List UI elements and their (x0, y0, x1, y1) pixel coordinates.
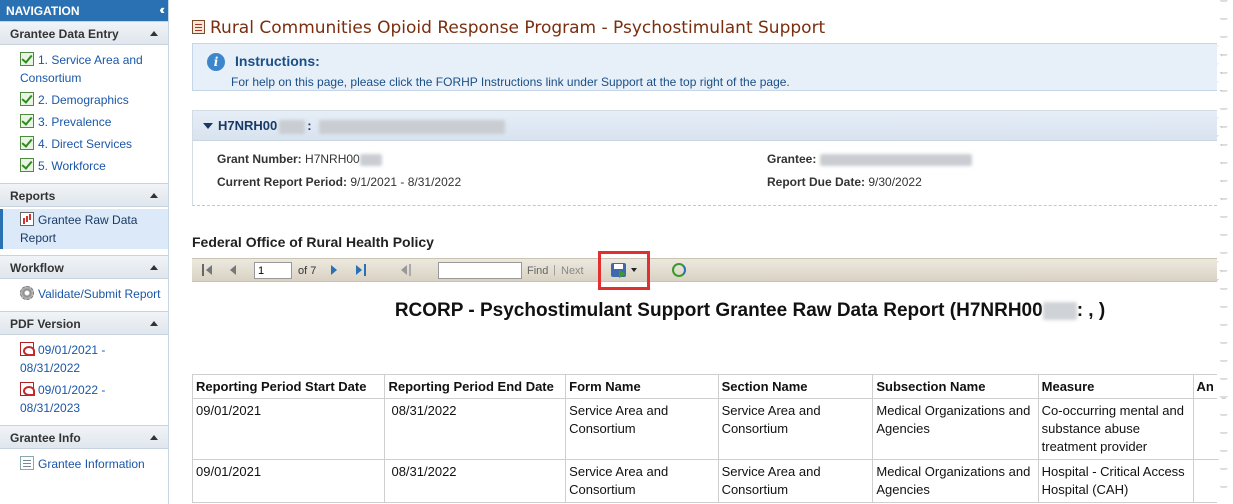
table-cell: Co-occurring mental and substance abuse … (1037, 398, 1194, 460)
collapse-arrow-icon[interactable] (150, 193, 158, 198)
find-link[interactable]: Find (527, 265, 548, 277)
check-icon (20, 158, 34, 172)
sidebar-item-demographics[interactable]: 2. Demographics (0, 89, 168, 111)
sidebar-item-pdf-2021[interactable]: 09/01/2021 - 08/31/2022 (0, 339, 168, 379)
redacted-text (359, 153, 382, 166)
section-workflow[interactable]: Workflow (0, 255, 168, 279)
save-export-icon (611, 263, 626, 278)
section-pdf-version[interactable]: PDF Version (0, 311, 168, 335)
report-icon (20, 212, 34, 226)
redacted-text (279, 119, 306, 134)
report-title: RCORP - Psychostimulant Support Grantee … (394, 300, 1106, 321)
last-page-icon[interactable] (354, 264, 366, 276)
instructions-text: For help on this page, please click the … (231, 75, 790, 89)
check-icon (20, 136, 34, 150)
sidebar-item-workforce[interactable]: 5. Workforce (0, 155, 168, 177)
grant-number-field: Grant Number: H7NRH00 (217, 152, 382, 166)
first-page-icon[interactable] (202, 264, 214, 276)
grant-panel-header[interactable]: H7NRH00: (193, 111, 1221, 141)
column-header: Section Name (717, 374, 874, 399)
back-icon[interactable] (399, 264, 411, 276)
find-next-link[interactable]: Next (561, 265, 584, 277)
report-toolbar: of 7 Find | Next (192, 251, 1222, 290)
table-cell: Service Area and Consortium (717, 459, 874, 503)
export-button[interactable] (598, 251, 650, 290)
expand-triangle-icon[interactable] (203, 123, 213, 129)
form-icon (192, 20, 205, 34)
column-header: Measure (1037, 374, 1194, 399)
pdf-icon (20, 382, 35, 396)
grantee-field: Grantee: (767, 152, 972, 166)
table-cell: 08/31/2022 (384, 398, 567, 460)
refresh-icon[interactable] (672, 263, 686, 277)
table-header-row: Reporting Period Start Date Reporting Pe… (191, 374, 1233, 399)
section-grantee-data-entry[interactable]: Grantee Data Entry (0, 21, 168, 45)
check-icon (20, 114, 34, 128)
page-number-input[interactable] (254, 262, 292, 279)
report-period-field: Current Report Period: 9/1/2021 - 8/31/2… (217, 175, 462, 189)
sidebar-item-grantee-raw-data-report[interactable]: Grantee Raw Data Report (0, 209, 168, 249)
sidebar-item-grantee-information[interactable]: Grantee Information (0, 453, 168, 475)
sidebar-item-prevalence[interactable]: 3. Prevalence (0, 111, 168, 133)
sidebar-item-service-area[interactable]: 1. Service Area and Consortium (0, 49, 168, 89)
due-date-field: Report Due Date: 9/30/2022 (767, 175, 922, 189)
previous-page-icon[interactable] (228, 264, 240, 276)
table-cell: 08/31/2022 (384, 459, 567, 503)
table-cell: Medical Organizations and Agencies (872, 398, 1039, 460)
redacted-grantee-name (319, 119, 506, 134)
redacted-text (1042, 301, 1077, 320)
next-page-icon[interactable] (328, 264, 340, 276)
main-content: Rural Communities Opioid Response Progra… (170, 0, 1233, 504)
info-icon: i (207, 53, 225, 71)
collapse-arrow-icon[interactable] (150, 321, 158, 326)
collapse-arrow-icon[interactable] (150, 265, 158, 270)
document-icon (20, 456, 34, 470)
double-chevron-left-icon[interactable]: ‹‹ (159, 2, 164, 17)
table-cell: 09/01/2021 (191, 459, 386, 503)
navigation-title: NAVIGATION (6, 4, 80, 18)
grant-panel: H7NRH00: Grant Number: H7NRH00 Current R… (192, 110, 1222, 206)
check-icon (20, 52, 34, 66)
grant-header-id: H7NRH00 (218, 118, 278, 133)
torn-edge (1217, 0, 1233, 504)
table-cell: Hospital - Critical Access Hospital (CAH… (1037, 459, 1194, 503)
gear-icon (20, 286, 34, 300)
collapse-arrow-icon[interactable] (150, 31, 158, 36)
column-header: Reporting Period End Date (384, 374, 567, 399)
table-cell: Service Area and Consortium (565, 398, 719, 460)
collapse-arrow-icon[interactable] (150, 435, 158, 440)
table-row: 09/01/2021 08/31/2022 Service Area and C… (191, 459, 1233, 503)
find-separator: | (553, 264, 556, 276)
redacted-grantee-name (819, 153, 972, 166)
sidebar-item-direct-services[interactable]: 4. Direct Services (0, 133, 168, 155)
table-cell: Medical Organizations and Agencies (872, 459, 1039, 503)
instructions-title: Instructions: (235, 53, 320, 69)
pdf-icon (20, 342, 35, 356)
table-cell: Service Area and Consortium (565, 459, 719, 503)
find-input[interactable] (438, 262, 522, 279)
column-header: Subsection Name (872, 374, 1039, 399)
column-header: Form Name (565, 374, 719, 399)
page-title: Rural Communities Opioid Response Progra… (192, 18, 825, 38)
chevron-down-icon (631, 268, 637, 272)
office-title: Federal Office of Rural Health Policy (192, 234, 434, 250)
check-icon (20, 92, 34, 106)
column-header: Reporting Period Start Date (191, 374, 386, 399)
raw-data-table: Reporting Period Start Date Reporting Pe… (191, 374, 1233, 503)
table-cell: 09/01/2021 (191, 398, 386, 460)
page-count: of 7 (298, 265, 317, 277)
table-cell: Service Area and Consortium (717, 398, 874, 460)
table-row: 09/01/2021 08/31/2022 Service Area and C… (191, 398, 1233, 460)
section-reports[interactable]: Reports (0, 183, 168, 207)
section-grantee-info[interactable]: Grantee Info (0, 425, 168, 449)
navigation-header: NAVIGATION ‹‹ (0, 0, 168, 21)
sidebar-item-validate-submit[interactable]: Validate/Submit Report (0, 283, 168, 305)
sidebar-item-pdf-2022[interactable]: 09/01/2022 - 08/31/2023 (0, 379, 168, 419)
navigation-sidebar: NAVIGATION ‹‹ Grantee Data Entry 1. Serv… (0, 0, 169, 504)
instructions-panel: i Instructions: For help on this page, p… (192, 43, 1222, 91)
